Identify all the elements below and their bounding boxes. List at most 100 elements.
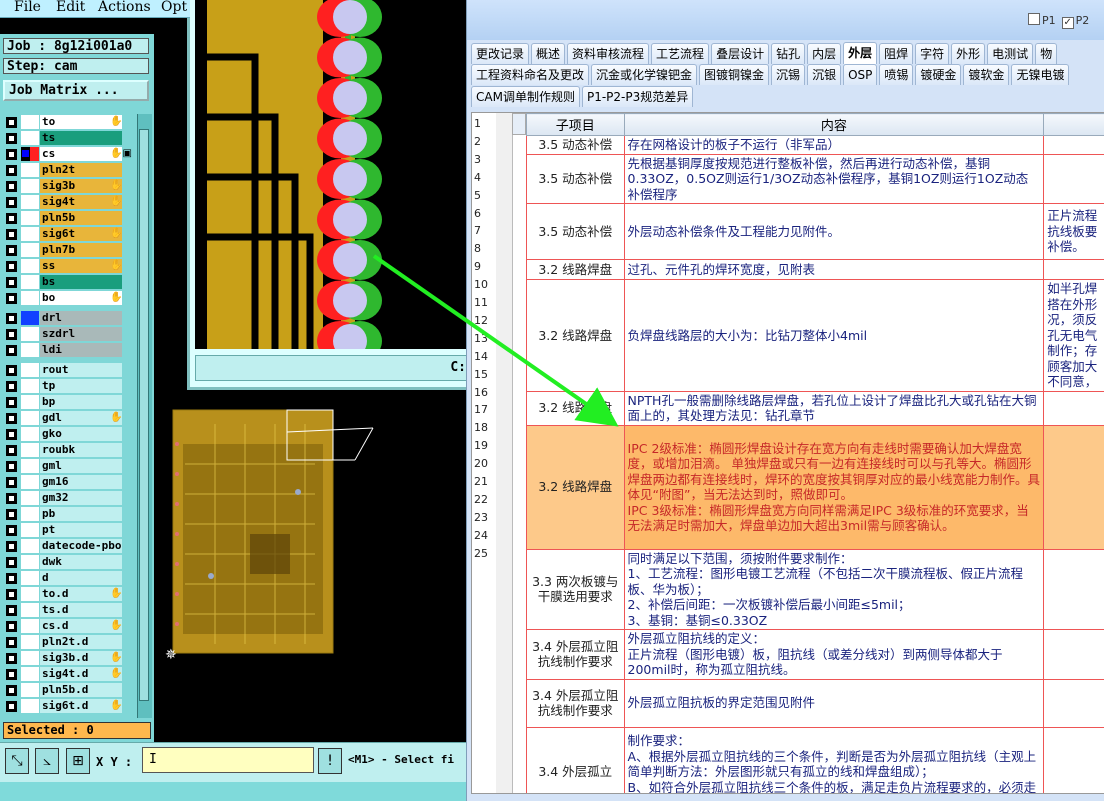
layer-row[interactable]: szdrl bbox=[3, 326, 135, 342]
layer-color-swatch[interactable] bbox=[21, 539, 39, 553]
layer-color-swatch[interactable] bbox=[21, 163, 39, 177]
layer-name[interactable]: gm32 bbox=[40, 491, 122, 505]
layer-visibility-checkbox[interactable] bbox=[6, 365, 17, 376]
table-row[interactable]: 3.4 外层孤立阻抗线制作要求 外层孤立阻抗板的界定范围见附件 bbox=[526, 678, 1104, 728]
menu-options[interactable]: Opt bbox=[161, 0, 187, 15]
layer-color-swatch[interactable] bbox=[21, 179, 39, 193]
cell-content[interactable]: 制作要求： A、根据外层孤立阻抗线的三个条件，判断是否为外层孤立阻抗线（主观上简单… bbox=[623, 726, 1045, 793]
layer-visibility-checkbox[interactable] bbox=[6, 653, 17, 664]
layer-name[interactable]: szdrl bbox=[40, 327, 122, 341]
table-row[interactable]: 3.2 线路焊盘 NPTH孔一般需删除线路层焊盘，若孔位上设计了焊盘比孔大或孔钻在… bbox=[526, 390, 1104, 426]
layer-row[interactable]: pb bbox=[3, 506, 135, 522]
column-header-subitem[interactable]: 子项目 bbox=[526, 113, 625, 136]
layer-row[interactable]: dwk bbox=[3, 554, 135, 570]
layer-row[interactable]: bo ✋ bbox=[3, 290, 135, 306]
cell-extra[interactable]: 如半孔焊搭在外形况，须反孔无电气制作；存顾客加大不同意， bbox=[1043, 279, 1104, 392]
layer-name[interactable]: pln5b bbox=[40, 211, 122, 225]
table-row[interactable]: 3.2 线路焊盘 负焊盘线路层的大小为：比钻刀整体小4mil 如半孔焊搭在外形况，须… bbox=[526, 279, 1104, 392]
layer-visibility-checkbox[interactable] bbox=[6, 701, 17, 712]
pcb-overview-canvas[interactable]: ✵ bbox=[155, 384, 470, 684]
layer-name[interactable]: rout bbox=[40, 363, 122, 377]
tab-tabs-row2-9[interactable]: 无镍电镀 bbox=[1011, 64, 1070, 85]
zoom-view-window[interactable]: C: bbox=[187, 0, 470, 390]
zoom-canvas[interactable] bbox=[195, 0, 470, 349]
tab-tabs-row1-12[interactable]: 物 bbox=[1035, 43, 1058, 64]
layer-row[interactable]: bp bbox=[3, 394, 135, 410]
cell-extra[interactable] bbox=[1043, 153, 1104, 204]
layer-color-swatch[interactable] bbox=[21, 395, 39, 409]
layer-visibility-checkbox[interactable] bbox=[6, 621, 17, 632]
cell-content[interactable]: 同时满足以下范围，须按附件要求制作： 1、工艺流程：图形电镀工艺流程（不包括二次干… bbox=[623, 548, 1045, 630]
tab-tabs-row2-7[interactable]: 镀硬金 bbox=[915, 64, 962, 85]
cell-content[interactable]: 过孔、元件孔的焊环宽度，见附表 bbox=[623, 259, 1045, 280]
layer-row[interactable]: drl bbox=[3, 310, 135, 326]
layer-visibility-checkbox[interactable] bbox=[6, 261, 17, 272]
layer-color-swatch[interactable] bbox=[21, 227, 39, 241]
layer-visibility-checkbox[interactable] bbox=[6, 637, 17, 648]
layer-row[interactable]: cs ✋▣ bbox=[3, 146, 135, 162]
job-matrix-button[interactable]: Job Matrix ... bbox=[3, 80, 149, 101]
layer-color-swatch[interactable] bbox=[21, 635, 39, 649]
via-pad[interactable] bbox=[333, 121, 367, 156]
layer-visibility-checkbox[interactable] bbox=[6, 525, 17, 536]
column-header-content[interactable]: 内容 bbox=[623, 113, 1045, 136]
layer-color-swatch[interactable] bbox=[21, 211, 39, 225]
alert-icon[interactable]: ! bbox=[318, 748, 342, 774]
layer-color-swatch[interactable] bbox=[21, 411, 39, 425]
cell-content[interactable]: 外层孤立阻抗板的界定范围见附件 bbox=[623, 678, 1045, 728]
layer-visibility-checkbox[interactable] bbox=[6, 573, 17, 584]
layer-name[interactable]: pln5b.d bbox=[40, 683, 122, 697]
layer-name[interactable]: datecode-pbo bbox=[40, 539, 122, 553]
layer-name[interactable]: drl bbox=[40, 311, 122, 325]
layer-color-swatch[interactable] bbox=[21, 327, 39, 341]
cell-subitem[interactable]: 3.2 线路焊盘 bbox=[526, 390, 625, 426]
layer-row[interactable]: pln7b bbox=[3, 242, 135, 258]
layer-name[interactable]: bp bbox=[40, 395, 122, 409]
layer-visibility-checkbox[interactable] bbox=[6, 477, 17, 488]
table-row[interactable]: 3.5 动态补偿 存在网格设计的板子不运行（非军品） bbox=[526, 135, 1104, 155]
layer-color-swatch[interactable] bbox=[21, 555, 39, 569]
tab-tabs-row1-5[interactable]: 钻孔 bbox=[771, 43, 806, 64]
cell-subitem[interactable]: 3.4 外层孤立阻抗线制作要求 bbox=[526, 629, 625, 680]
grid-vertical-scrollbar[interactable] bbox=[496, 113, 513, 793]
table-row[interactable]: 3.2 线路焊盘 过孔、元件孔的焊环宽度，见附表 bbox=[526, 259, 1104, 280]
layer-color-swatch[interactable] bbox=[21, 311, 39, 325]
layer-color-swatch[interactable] bbox=[21, 459, 39, 473]
layer-name[interactable]: pln2t.d bbox=[40, 635, 122, 649]
layer-visibility-checkbox[interactable] bbox=[6, 509, 17, 520]
layer-color-swatch[interactable] bbox=[21, 491, 39, 505]
layer-color-swatch[interactable] bbox=[21, 667, 39, 681]
tab-tabs-row1-6[interactable]: 内层 bbox=[807, 43, 842, 64]
tab-tabs-row2-5[interactable]: OSP bbox=[843, 64, 878, 85]
cell-subitem[interactable]: 3.4 外层孤立 bbox=[526, 726, 625, 793]
layer-row[interactable]: gm32 bbox=[3, 490, 135, 506]
tab-tabs-row2-8[interactable]: 镀软金 bbox=[963, 64, 1010, 85]
layer-row[interactable]: d bbox=[3, 570, 135, 586]
layer-name[interactable]: ts.d bbox=[40, 603, 122, 617]
column-header-extra[interactable] bbox=[1043, 113, 1104, 136]
layer-row[interactable]: to.d ✋ bbox=[3, 586, 135, 602]
layer-row[interactable]: roubk bbox=[3, 442, 135, 458]
cell-content[interactable]: 先根据基铜厚度按规范进行整板补偿，然后再进行动态补偿，基铜0.33OZ，0.5O… bbox=[623, 153, 1045, 204]
layer-visibility-checkbox[interactable] bbox=[6, 149, 17, 160]
layer-row[interactable]: sig6t.d ✋ bbox=[3, 698, 135, 714]
cell-extra[interactable]: 正片流程抗线板要补偿。 bbox=[1043, 203, 1104, 260]
layer-row[interactable]: gml bbox=[3, 458, 135, 474]
p-level-checkbox[interactable]: ✓ bbox=[1061, 17, 1074, 29]
cell-subitem[interactable]: 3.3 两次板镀与干膜选用要求 bbox=[526, 548, 625, 630]
cell-subitem[interactable]: 3.5 动态补偿 bbox=[526, 135, 625, 155]
layer-row[interactable]: datecode-pbo bbox=[3, 538, 135, 554]
layer-row[interactable]: gm16 bbox=[3, 474, 135, 490]
layer-row[interactable]: pt bbox=[3, 522, 135, 538]
tab-tabs-row1-11[interactable]: 电测试 bbox=[987, 43, 1034, 64]
layer-row[interactable]: ss ✋ bbox=[3, 258, 135, 274]
layer-visibility-checkbox[interactable] bbox=[6, 557, 17, 568]
layer-color-swatch[interactable] bbox=[21, 195, 39, 209]
layer-name[interactable]: pln7b bbox=[40, 243, 122, 257]
cell-extra[interactable] bbox=[1043, 259, 1104, 280]
layer-name[interactable]: gm16 bbox=[40, 475, 122, 489]
tab-tabs-row2-2[interactable]: 图镀铜镍金 bbox=[699, 64, 770, 85]
tab-tabs-row3-1[interactable]: P1-P2-P3规范差异 bbox=[581, 86, 694, 107]
p-level-checkbox[interactable] bbox=[1028, 13, 1040, 25]
tab-tabs-row2-4[interactable]: 沉银 bbox=[807, 64, 842, 85]
